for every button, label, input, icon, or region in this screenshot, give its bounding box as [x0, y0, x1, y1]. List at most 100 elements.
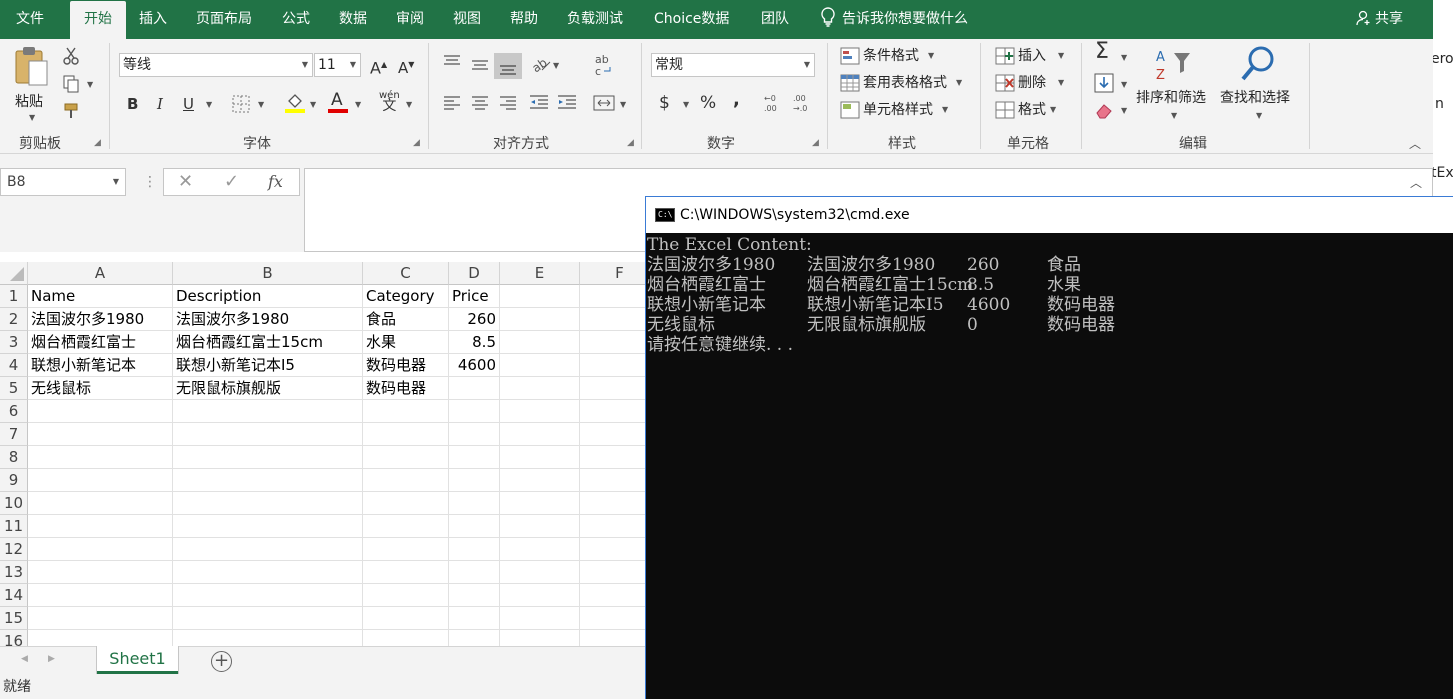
orientation-dropdown-icon[interactable]: ▼: [553, 61, 559, 70]
cell-c2[interactable]: 食品: [363, 308, 449, 331]
tab-insert[interactable]: 插入: [139, 0, 167, 39]
scroll-left-icon[interactable]: ◀: [21, 654, 28, 664]
cell-a15[interactable]: [28, 607, 173, 630]
phonetic-guide-button[interactable]: wén 文: [379, 91, 400, 114]
row-header-8[interactable]: 8: [0, 446, 28, 469]
tab-choice-data[interactable]: Choice数据: [654, 0, 729, 39]
row-header-3[interactable]: 3: [0, 331, 28, 354]
cell-b15[interactable]: [173, 607, 363, 630]
cell-b7[interactable]: [173, 423, 363, 446]
cell-d7[interactable]: [449, 423, 500, 446]
clear-icon[interactable]: [1094, 101, 1114, 119]
copy-dropdown-icon[interactable]: ▼: [87, 80, 93, 89]
cell-f8[interactable]: [580, 446, 646, 469]
tab-file[interactable]: 文件: [16, 0, 44, 39]
cell-e4[interactable]: [500, 354, 580, 377]
align-bottom-button[interactable]: [494, 53, 522, 79]
format-cells-button[interactable]: 格式 ▼: [995, 101, 1070, 121]
cell-f2[interactable]: [580, 308, 646, 331]
comma-style-button[interactable]: ,: [733, 91, 740, 109]
cell-c1[interactable]: Category: [363, 285, 449, 308]
italic-button[interactable]: I: [157, 95, 163, 113]
cell-b8[interactable]: [173, 446, 363, 469]
select-all-corner[interactable]: [0, 262, 28, 285]
sheet-tab-sheet1[interactable]: Sheet1: [97, 646, 178, 674]
cell-d6[interactable]: [449, 400, 500, 423]
align-top-icon[interactable]: [442, 53, 462, 73]
cmd-window[interactable]: C:\ C:\WINDOWS\system32\cmd.exe The Exce…: [645, 196, 1453, 699]
cell-f13[interactable]: [580, 561, 646, 584]
cell-d8[interactable]: [449, 446, 500, 469]
cell-e6[interactable]: [500, 400, 580, 423]
cell-styles-button[interactable]: 单元格样式 ▼: [840, 101, 970, 121]
column-header-e[interactable]: E: [500, 262, 580, 285]
number-format-select[interactable]: 常规 ▼: [651, 53, 815, 77]
cell-c6[interactable]: [363, 400, 449, 423]
delete-cells-button[interactable]: 删除 ▼: [995, 74, 1070, 94]
cell-b4[interactable]: 联想小新笔记本I5: [173, 354, 363, 377]
orientation-icon[interactable]: ab: [530, 54, 552, 74]
cell-e9[interactable]: [500, 469, 580, 492]
cell-b16[interactable]: [173, 630, 363, 646]
tab-team[interactable]: 团队: [761, 0, 789, 39]
cell-c3[interactable]: 水果: [363, 331, 449, 354]
column-header-b[interactable]: B: [173, 262, 363, 285]
cell-b1[interactable]: Description: [173, 285, 363, 308]
row-header-14[interactable]: 14: [0, 584, 28, 607]
cell-a3[interactable]: 烟台栖霞红富士: [28, 331, 173, 354]
add-sheet-button[interactable]: +: [211, 651, 232, 672]
decrease-indent-icon[interactable]: [529, 94, 549, 112]
phonetic-dropdown-icon[interactable]: ▼: [406, 100, 412, 109]
tab-review[interactable]: 审阅: [396, 0, 424, 39]
enter-icon[interactable]: ✓: [224, 171, 239, 192]
row-header-6[interactable]: 6: [0, 400, 28, 423]
row-header-12[interactable]: 12: [0, 538, 28, 561]
clipboard-launcher-icon[interactable]: ◢: [94, 138, 101, 148]
row-header-1[interactable]: 1: [0, 285, 28, 308]
row-header-11[interactable]: 11: [0, 515, 28, 538]
cell-a8[interactable]: [28, 446, 173, 469]
clear-dropdown-icon[interactable]: ▼: [1121, 106, 1127, 115]
cell-d3[interactable]: 8.5: [449, 331, 500, 354]
cell-b6[interactable]: [173, 400, 363, 423]
cell-f5[interactable]: [580, 377, 646, 400]
borders-icon[interactable]: [232, 95, 250, 113]
name-box[interactable]: B8 ▼: [0, 168, 126, 196]
cell-b10[interactable]: [173, 492, 363, 515]
tab-formulas[interactable]: 公式: [282, 0, 310, 39]
row-header-9[interactable]: 9: [0, 469, 28, 492]
cmd-title-bar[interactable]: C:\ C:\WINDOWS\system32\cmd.exe: [646, 197, 1453, 233]
cell-c9[interactable]: [363, 469, 449, 492]
cell-b5[interactable]: 无限鼠标旗舰版: [173, 377, 363, 400]
underline-dropdown-icon[interactable]: ▼: [206, 100, 212, 109]
cell-c15[interactable]: [363, 607, 449, 630]
percent-button[interactable]: %: [700, 94, 716, 112]
cell-b14[interactable]: [173, 584, 363, 607]
cell-a16[interactable]: [28, 630, 173, 646]
paste-dropdown-icon[interactable]: ▼: [29, 113, 35, 122]
expand-formula-bar-icon[interactable]: ︿: [1410, 174, 1422, 191]
cell-d15[interactable]: [449, 607, 500, 630]
cell-f16[interactable]: [580, 630, 646, 646]
format-painter-icon[interactable]: [62, 102, 80, 120]
row-header-4[interactable]: 4: [0, 354, 28, 377]
cell-f3[interactable]: [580, 331, 646, 354]
tab-home[interactable]: 开始: [70, 1, 126, 39]
cell-d9[interactable]: [449, 469, 500, 492]
cell-d10[interactable]: [449, 492, 500, 515]
formula-bar-splitter-icon[interactable]: ⋮: [143, 174, 157, 190]
conditional-formatting-button[interactable]: 条件格式 ▼: [840, 47, 970, 67]
row-header-10[interactable]: 10: [0, 492, 28, 515]
cell-b9[interactable]: [173, 469, 363, 492]
cell-e13[interactable]: [500, 561, 580, 584]
align-right-icon[interactable]: [499, 94, 517, 112]
cell-c4[interactable]: 数码电器: [363, 354, 449, 377]
column-header-f[interactable]: F: [580, 262, 646, 285]
cell-a2[interactable]: 法国波尔多1980: [28, 308, 173, 331]
cell-d1[interactable]: Price: [449, 285, 500, 308]
cell-f14[interactable]: [580, 584, 646, 607]
row-header-5[interactable]: 5: [0, 377, 28, 400]
wrap-text-icon[interactable]: abc: [594, 53, 614, 79]
merge-dropdown-icon[interactable]: ▼: [620, 100, 626, 109]
cell-a7[interactable]: [28, 423, 173, 446]
